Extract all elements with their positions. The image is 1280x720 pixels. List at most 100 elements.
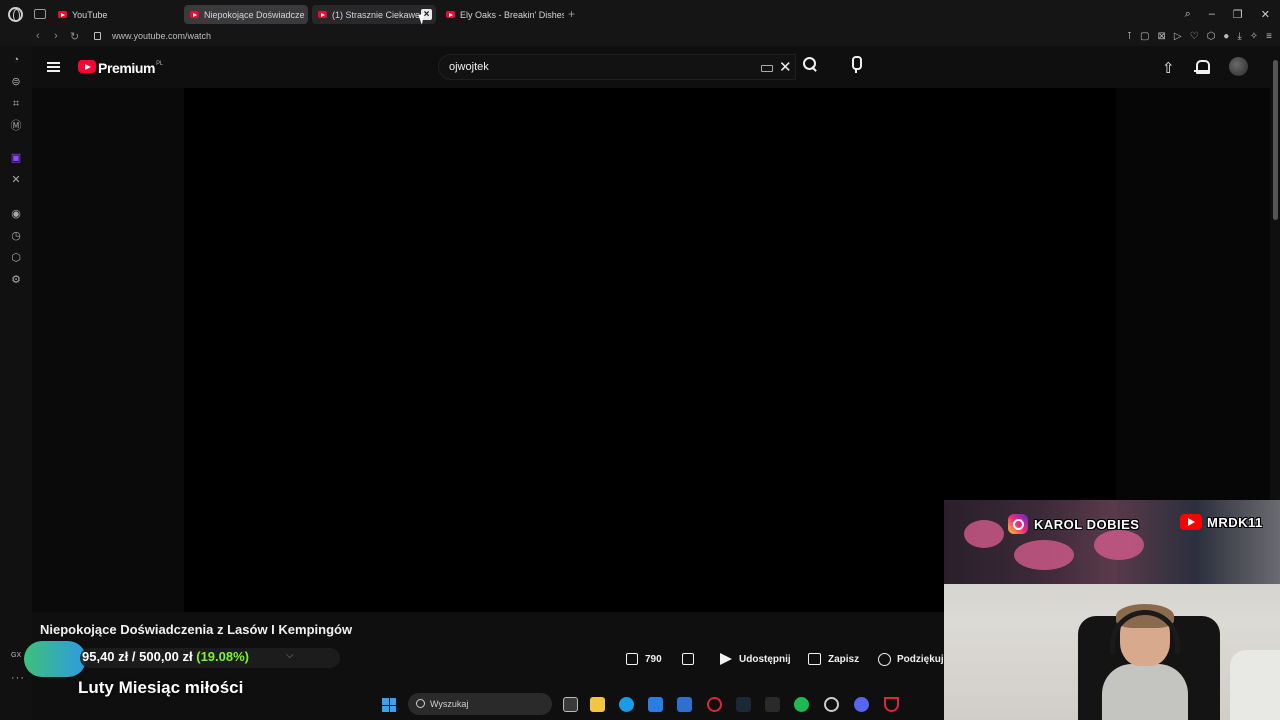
gx-control-icon[interactable]: ◔ [10, 54, 22, 66]
heart-icon[interactable]: ♡ [1190, 31, 1199, 42]
search-query-text: ojwojtek [449, 61, 489, 73]
settings-gear-icon[interactable]: ⚙ [10, 274, 22, 286]
twitch-icon[interactable]: ▣ [10, 152, 22, 164]
mail-icon[interactable] [677, 697, 692, 712]
upload-icon[interactable]: ⇧ [1162, 59, 1175, 77]
streamer-hoodie [1102, 664, 1188, 720]
steam-icon[interactable] [736, 697, 751, 712]
opera-gx-taskbar-icon[interactable] [707, 697, 722, 712]
gx-corner-icon[interactable]: ⌗ [10, 98, 22, 110]
tab-ely-oaks[interactable]: Ely Oaks - Breakin' Dishes [440, 5, 564, 24]
player-ambient-left [32, 88, 184, 612]
tab-label: Ely Oaks - Breakin' Dishes [460, 9, 564, 20]
thumbs-up-icon [626, 653, 638, 665]
back-icon[interactable]: ‹ [36, 30, 40, 42]
microphone-icon[interactable] [847, 56, 865, 74]
extensions-sidebar-icon[interactable]: ⬡ [10, 252, 22, 264]
forward-icon[interactable]: › [54, 30, 58, 42]
opera-gx-logo-icon[interactable] [8, 7, 23, 22]
address-bar-tools: ⊺ ▢ ⊠ ▷ ♡ ⬡ ● ⤓ ✧ ≡ [1127, 31, 1272, 42]
windows-taskbar: Wyszukaj [370, 690, 944, 720]
save-label: Zapisz [828, 653, 860, 665]
url-field[interactable]: www.youtube.com/watch [112, 31, 211, 41]
windows-start-icon[interactable] [382, 698, 396, 712]
history-icon[interactable]: ◷ [10, 230, 22, 242]
discord-icon[interactable] [854, 697, 869, 712]
ai-icon[interactable]: ✧ [1250, 31, 1258, 42]
avatar[interactable] [1229, 57, 1248, 76]
donation-percent: (19.08%) [196, 649, 249, 664]
share-button[interactable]: Udostępnij [720, 648, 791, 670]
gx-cleaner-icon[interactable]: ⊜ [10, 76, 22, 88]
youtube-handle: MRDK11 [1180, 514, 1263, 530]
x-twitter-icon[interactable]: ✕ [10, 174, 22, 186]
stream-banner-text: Luty Miesiąc miłości [78, 678, 244, 697]
save-button[interactable]: Zapisz [808, 648, 859, 670]
spotify-icon[interactable] [794, 697, 809, 712]
player-icon[interactable]: ◉ [10, 208, 22, 220]
search-tabs-icon[interactable]: ⌕ [1185, 8, 1191, 21]
play-icon[interactable]: ▷ [1174, 31, 1182, 42]
hamburger-menu-icon[interactable] [47, 62, 60, 72]
clear-search-icon[interactable]: ✕ [779, 58, 792, 76]
address-bar: ‹ › ↻ www.youtube.com/watch ⊺ ▢ ⊠ ▷ ♡ ⬡ … [0, 29, 1280, 46]
youtube-favicon-icon [58, 11, 67, 18]
streamer [1102, 604, 1188, 720]
like-count: 790 [645, 653, 662, 665]
profile-icon[interactable]: ● [1223, 31, 1229, 42]
search-input[interactable]: ojwojtek ✕ [438, 54, 796, 80]
youtube-favicon-icon [190, 11, 199, 18]
extensions-icon[interactable]: ⬡ [1207, 31, 1216, 42]
thanks-label: Podziękuj [897, 653, 944, 665]
keyboard-icon[interactable] [761, 65, 773, 72]
snapshot-icon[interactable]: ▢ [1140, 31, 1149, 42]
youtube-premium-logo[interactable]: PremiumPL [98, 60, 163, 76]
video-title: Niepokojące Doświadczenia z Lasów I Kemp… [40, 622, 353, 637]
donation-goal-text: 95,40 zł / 500,00 zł (19.08%) [82, 649, 249, 664]
youtube-logo-icon[interactable] [78, 60, 96, 73]
close-window-icon[interactable]: ✕ [1261, 8, 1270, 21]
scrollbar-thumb[interactable] [1273, 60, 1278, 220]
epic-games-icon[interactable] [765, 697, 780, 712]
new-tab-button[interactable]: + [568, 8, 575, 20]
chevron-down-icon: ⌵ [286, 650, 294, 661]
blossom-decor [1014, 540, 1074, 570]
more-dots-icon[interactable]: ··· [11, 672, 25, 684]
share-label: Udostępnij [739, 653, 791, 665]
youtube-icon [1180, 514, 1202, 530]
menu-icon[interactable]: ≡ [1266, 31, 1272, 42]
tab-menu-icon[interactable] [34, 9, 46, 19]
download-icon[interactable]: ⤓ [1237, 31, 1241, 42]
pillow [1230, 650, 1280, 720]
store-icon[interactable] [648, 697, 663, 712]
taskbar-search-input[interactable]: Wyszukaj [408, 693, 552, 715]
task-view-icon[interactable] [563, 697, 578, 712]
youtube-favicon-icon [446, 11, 455, 18]
player-ambient-right [1116, 88, 1270, 500]
donation-raised: 95,40 zł [82, 649, 129, 664]
dislike-button[interactable] [682, 648, 701, 670]
share-arrow-icon [720, 653, 732, 665]
notifications-bell-icon[interactable] [1194, 59, 1210, 74]
reload-icon[interactable]: ↻ [70, 30, 79, 43]
blossom-decor [964, 520, 1004, 548]
edge-icon[interactable] [619, 697, 634, 712]
lock-icon [94, 32, 101, 40]
block-icon[interactable]: ⊠ [1158, 31, 1166, 42]
file-explorer-icon[interactable] [590, 697, 605, 712]
like-button[interactable]: 790 [626, 648, 662, 670]
tab-niepokojace[interactable]: Niepokojące Doświadcze [184, 5, 308, 24]
thanks-button[interactable]: Podziękuj [878, 648, 944, 670]
heart-dollar-icon [878, 652, 891, 666]
tab-youtube[interactable]: YouTube [52, 5, 180, 24]
security-shield-icon[interactable] [884, 697, 899, 712]
maximize-icon[interactable]: ❐ [1233, 8, 1243, 21]
donation-goal: 500,00 zł [139, 649, 193, 664]
browser-tab-strip: YouTube Niepokojące Doświadcze (1) Stras… [0, 0, 1280, 29]
pin-icon[interactable]: ⊺ [1127, 31, 1132, 42]
instagram-icon [1008, 514, 1028, 534]
search-icon[interactable] [802, 56, 818, 72]
obs-icon[interactable] [824, 697, 839, 712]
messenger-icon[interactable]: Ⓜ [10, 120, 22, 132]
minimize-icon[interactable]: – [1209, 8, 1215, 21]
